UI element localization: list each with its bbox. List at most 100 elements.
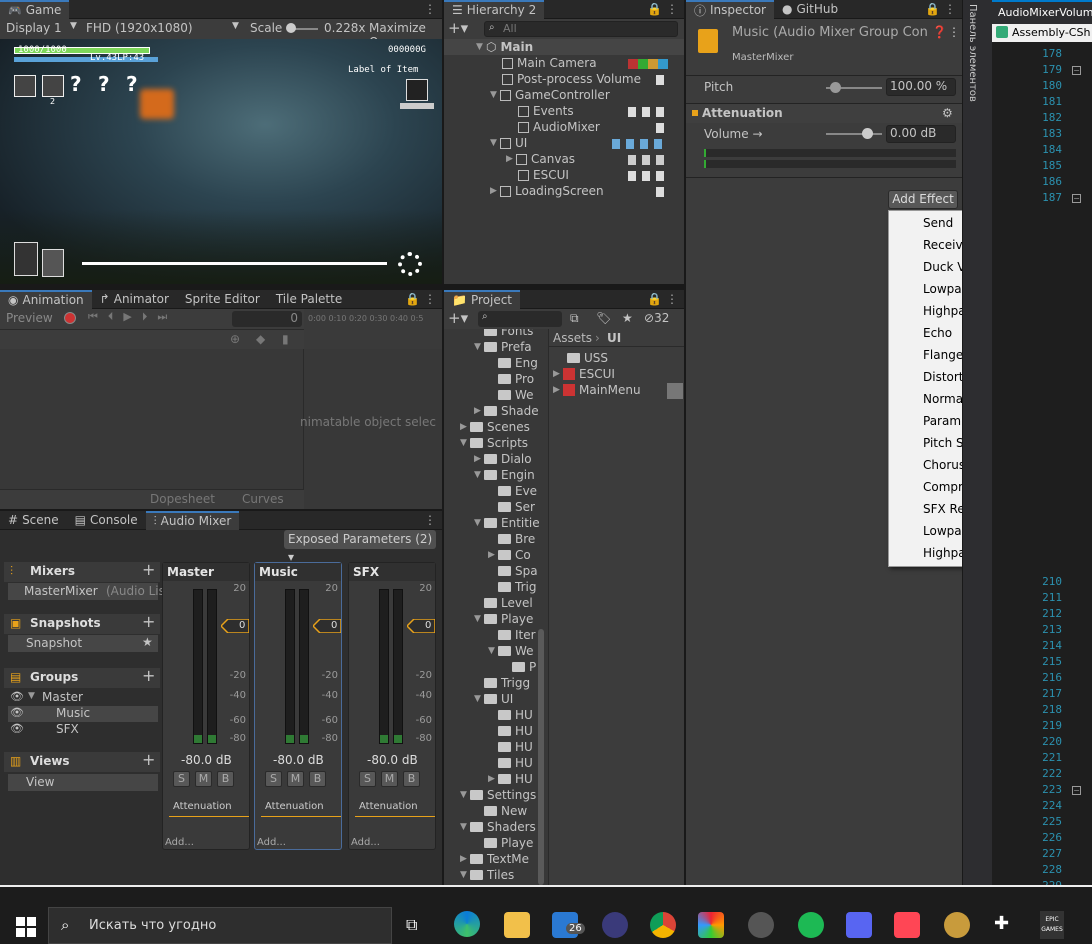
hierarchy-item-main[interactable]: ▼ ⬡ Main bbox=[476, 39, 533, 55]
strip-effect-attenuation[interactable]: Attenuation bbox=[169, 801, 249, 817]
display-dropdown[interactable]: Display 1 bbox=[6, 21, 62, 35]
spotify-icon[interactable] bbox=[798, 912, 824, 938]
add-mixer-button[interactable]: + bbox=[142, 560, 155, 579]
record-icon[interactable] bbox=[64, 312, 76, 324]
tab-animator[interactable]: ↱ Animator bbox=[92, 290, 177, 309]
mixer-strip[interactable]: Music200-20-40-60-800-80.0 dBSMBAttenuat… bbox=[254, 562, 342, 850]
asset-item[interactable]: ▶ ESCUI bbox=[553, 366, 615, 382]
project-tree-item[interactable]: ▼ UI bbox=[474, 691, 513, 707]
more-icon[interactable]: ⋮ bbox=[944, 2, 956, 16]
playback-controls-icon[interactable]: ⏮⏴▶⏵⏭ bbox=[88, 310, 177, 324]
project-tree-item[interactable]: Ser bbox=[488, 499, 535, 515]
code-tab[interactable]: AudioMixerVolum bbox=[992, 0, 1092, 24]
project-tree-item[interactable]: ▶ Dialo bbox=[474, 451, 532, 467]
hierarchy-item[interactable]: ▼ UI bbox=[490, 135, 527, 151]
timeline-ruler[interactable]: 0:00 0:10 0:20 0:30 0:40 0:5 bbox=[304, 309, 442, 329]
maximize-toggle[interactable]: Maximize Or bbox=[369, 21, 442, 39]
project-tree-item[interactable]: ▶ TextMe bbox=[460, 851, 529, 867]
tab-github[interactable]: ● GitHub bbox=[774, 0, 846, 19]
project-tree-item[interactable]: ▼ We bbox=[488, 643, 534, 659]
tab-animation[interactable]: ◉ Animation bbox=[0, 289, 92, 309]
epic-games-icon[interactable]: EPIC GAMES bbox=[1040, 911, 1064, 939]
project-tree-item[interactable]: Eng bbox=[488, 355, 538, 371]
add-group-button[interactable]: + bbox=[142, 666, 155, 685]
project-tree-item[interactable]: P bbox=[502, 659, 536, 675]
project-tree-item[interactable]: ▼ Settings bbox=[460, 787, 536, 803]
add-icon[interactable]: +▾ bbox=[448, 19, 468, 37]
add-effect-button[interactable]: Add Effect bbox=[888, 190, 958, 209]
star-icon[interactable]: ★ bbox=[142, 635, 153, 649]
strip-m-button[interactable]: M bbox=[287, 771, 304, 787]
edge-icon[interactable] bbox=[454, 911, 480, 937]
more-icon[interactable]: ⋮ bbox=[948, 25, 960, 39]
mixer-strip[interactable]: SFX200-20-40-60-800-80.0 dBSMBAttenuatio… bbox=[348, 562, 436, 850]
project-tree-item[interactable]: Trigg bbox=[474, 675, 530, 691]
lock-icon[interactable]: 🔒 bbox=[647, 2, 662, 16]
project-tree-item[interactable]: Iter bbox=[488, 627, 536, 643]
tab-project[interactable]: 📁 Project bbox=[444, 289, 521, 309]
breadcrumb-assets[interactable]: Assets bbox=[553, 331, 592, 345]
filter-icon[interactable]: ⊕ bbox=[230, 332, 240, 346]
eclipse-icon[interactable] bbox=[602, 912, 628, 938]
project-tree-item[interactable]: ▼ Shaders bbox=[460, 819, 536, 835]
strip-s-button[interactable]: S bbox=[173, 771, 190, 787]
add-icon[interactable]: +▾ bbox=[448, 309, 468, 327]
strip-b-button[interactable]: B bbox=[217, 771, 234, 787]
tab-sprite-editor[interactable]: Sprite Editor bbox=[177, 290, 268, 309]
add-snapshot-button[interactable]: + bbox=[142, 612, 155, 631]
strip-add-effect[interactable]: Add... bbox=[165, 837, 194, 848]
plus-app-icon[interactable]: ✚ bbox=[994, 913, 1009, 934]
eye-icon[interactable]: 👁 bbox=[10, 706, 24, 719]
project-tree-item[interactable]: ▼ Prefa bbox=[474, 339, 532, 355]
league-icon[interactable] bbox=[944, 912, 970, 938]
hidden-count[interactable]: ⊘32 bbox=[644, 311, 669, 325]
collapse-icon[interactable]: − bbox=[1072, 194, 1081, 203]
strip-m-button[interactable]: M bbox=[195, 771, 212, 787]
hierarchy-item[interactable]: AudioMixer bbox=[518, 119, 600, 135]
hierarchy-item[interactable]: ▶ LoadingScreen bbox=[490, 183, 604, 199]
more-icon[interactable]: ⋮ bbox=[424, 513, 436, 527]
collapse-icon[interactable]: − bbox=[1072, 786, 1081, 795]
asset-item[interactable]: USS bbox=[567, 350, 608, 366]
gear-icon[interactable]: ⚙ bbox=[942, 106, 953, 120]
app-icon[interactable] bbox=[698, 912, 724, 938]
tab-game[interactable]: 🎮 Game bbox=[0, 0, 70, 19]
windows-start-icon[interactable] bbox=[16, 917, 36, 937]
group-item-sfx[interactable]: 👁 SFX bbox=[8, 722, 158, 738]
hierarchy-item[interactable]: Events bbox=[518, 103, 574, 119]
project-tree-item[interactable]: ▼ Tiles bbox=[460, 867, 514, 883]
exposed-parameters-dropdown[interactable]: Exposed Parameters (2) ▾ bbox=[284, 530, 436, 564]
volume-slider[interactable] bbox=[826, 133, 882, 135]
project-tree-item[interactable]: ▼ Entitie bbox=[474, 515, 540, 531]
lock-icon[interactable]: 🔒 bbox=[405, 292, 420, 306]
view-item[interactable]: View bbox=[8, 774, 158, 791]
label-icon[interactable]: 🏷 bbox=[596, 311, 611, 325]
project-tree-item[interactable]: ▶ Shade bbox=[474, 403, 539, 419]
project-tree-item[interactable]: HU bbox=[488, 707, 533, 723]
project-tree-item[interactable]: Eve bbox=[488, 483, 537, 499]
tab-console[interactable]: ▤ Console bbox=[67, 511, 146, 530]
scale-slider-handle[interactable] bbox=[286, 23, 296, 33]
strip-effect-attenuation[interactable]: Attenuation bbox=[355, 801, 435, 817]
more-icon[interactable]: ⋮ bbox=[666, 292, 678, 306]
project-tree-item[interactable]: Fonts bbox=[474, 329, 533, 339]
project-tree-item[interactable]: ▶ Co bbox=[488, 547, 531, 563]
tab-inspector[interactable]: ⓘ Inspector bbox=[686, 0, 774, 19]
strip-effect-attenuation[interactable]: Attenuation bbox=[261, 801, 341, 817]
add-view-button[interactable]: + bbox=[142, 750, 155, 769]
task-view-icon[interactable]: ⧉ bbox=[406, 915, 417, 935]
game-view[interactable]: 1000/1000 Lv.43LP:43 000000G Label of It… bbox=[0, 39, 442, 284]
resolution-dropdown[interactable]: FHD (1920x1080) bbox=[86, 21, 193, 35]
hierarchy-item[interactable]: ▶ Canvas bbox=[506, 151, 575, 167]
hierarchy-item[interactable]: Main Camera bbox=[502, 55, 597, 71]
add-event-icon[interactable]: ▮ bbox=[282, 332, 289, 346]
strip-s-button[interactable]: S bbox=[359, 771, 376, 787]
valorant-icon[interactable] bbox=[894, 912, 920, 938]
project-tree-item[interactable]: Playe bbox=[474, 835, 533, 851]
group-item-master[interactable]: 👁 ▼ Master bbox=[8, 690, 158, 706]
snapshot-item[interactable]: Snapshot ★ bbox=[8, 635, 158, 652]
toolbox-side-panel[interactable]: Панель элементов bbox=[962, 0, 992, 885]
project-tree-item[interactable]: ▼ Scripts bbox=[460, 435, 528, 451]
project-tree-item[interactable]: HU bbox=[488, 755, 533, 771]
mixer-item[interactable]: MasterMixer (Audio Lis bbox=[8, 583, 165, 600]
